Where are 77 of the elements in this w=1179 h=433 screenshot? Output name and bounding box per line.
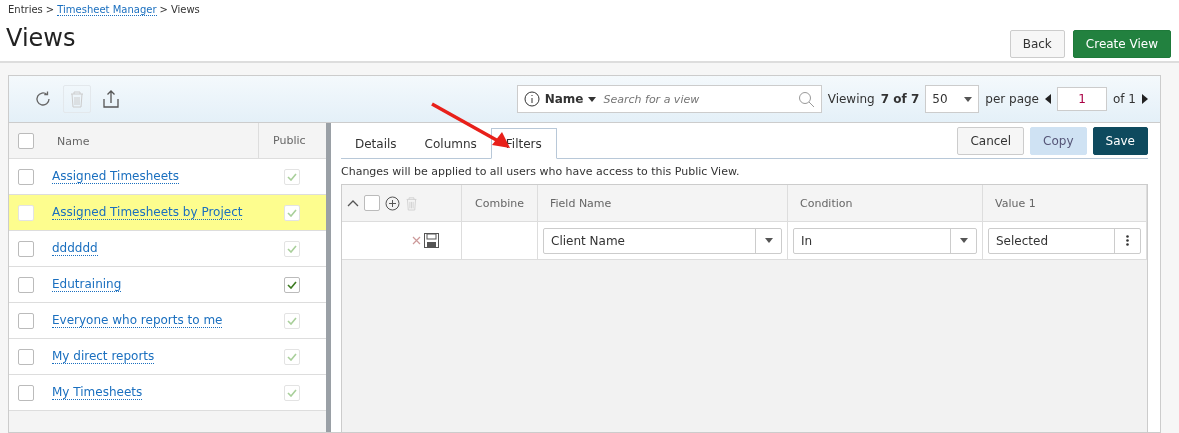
row-checkbox[interactable] — [18, 276, 34, 293]
row-checkbox[interactable] — [18, 240, 34, 257]
page-input[interactable]: 1 — [1057, 87, 1107, 111]
search-field[interactable]: Name Search for a view — [516, 85, 822, 113]
check-icon — [287, 388, 297, 397]
caret-icon — [588, 96, 597, 102]
column-header: Value 1 — [983, 185, 1147, 221]
copy-button[interactable]: Copy — [1030, 126, 1087, 155]
breadcrumb-separator: > — [45, 4, 55, 16]
next-icon[interactable] — [1142, 94, 1148, 104]
create-button[interactable]: Create View — [1072, 29, 1171, 58]
tab[interactable]: Filters — [490, 128, 557, 159]
notice-text: Changes will be applied to all users who have access to this Public View. — [341, 164, 741, 180]
field-name-dropdown[interactable]: Client Name — [543, 227, 782, 254]
trash-icon[interactable] — [405, 195, 418, 211]
list-row[interactable]: My Timesheets — [9, 375, 326, 411]
save-icon[interactable] — [424, 233, 439, 248]
column-header: Combine — [462, 185, 538, 221]
view-name-link[interactable]: Everyone who reports to me — [52, 313, 223, 328]
list-row[interactable]: My direct reports — [9, 339, 326, 375]
breadcrumb-text: Entries — [8, 4, 43, 16]
row-checkbox[interactable] — [18, 384, 34, 401]
breadcrumb-link[interactable]: Timesheet Manager — [57, 4, 157, 16]
viewing-count: 7 of 7 — [880, 92, 920, 106]
breadcrumb-separator: > — [159, 4, 168, 16]
value-field[interactable]: Selected — [988, 227, 1141, 254]
list-row[interactable]: dddddd — [9, 231, 326, 267]
list-row[interactable]: Edutraining — [9, 267, 326, 303]
caret-icon — [959, 238, 968, 243]
tab[interactable]: Details — [341, 130, 411, 158]
caret-icon — [964, 96, 973, 102]
column-header: Field Name — [538, 185, 788, 221]
tab[interactable]: Columns — [410, 130, 491, 158]
caret-icon — [764, 238, 773, 243]
check-icon — [287, 352, 297, 361]
list-row[interactable]: Assigned Timesheets — [9, 159, 326, 195]
column-header: Name — [56, 134, 91, 148]
check-icon — [287, 280, 297, 289]
check-icon — [287, 316, 297, 325]
search-field-selector[interactable]: Name — [544, 92, 584, 106]
previous-icon[interactable] — [1045, 94, 1051, 104]
row-checkbox[interactable] — [18, 312, 34, 329]
highlighted-row[interactable]: Assigned Timesheets by Project — [9, 195, 326, 231]
back-button[interactable]: Back — [1009, 29, 1065, 58]
condition-dropdown[interactable]: In — [793, 227, 977, 254]
viewing-label: Viewing — [827, 92, 875, 106]
breadcrumb-text: Views — [170, 4, 200, 16]
view-name-link[interactable]: My Timesheets — [52, 385, 143, 400]
check-icon — [287, 172, 297, 181]
check-icon — [287, 208, 297, 217]
per-page-label: per page — [985, 92, 1039, 106]
column-header: Condition — [788, 185, 983, 221]
list-row[interactable]: Everyone who reports to me — [9, 303, 326, 339]
view-name-link[interactable]: Edutraining — [52, 277, 122, 292]
row-checkbox[interactable] — [18, 168, 34, 185]
save-button[interactable]: Save — [1092, 126, 1148, 155]
view-name-link[interactable]: Assigned Timesheets — [52, 169, 180, 184]
select-all-checkbox[interactable] — [364, 195, 380, 211]
collapse-icon[interactable] — [347, 199, 359, 207]
close-icon[interactable] — [412, 236, 421, 245]
public-checkbox[interactable] — [284, 276, 300, 293]
per-page-select[interactable]: 50 — [925, 85, 980, 113]
trash-icon[interactable] — [63, 85, 91, 113]
view-name-link[interactable]: dddddd — [52, 241, 98, 256]
row-checkbox[interactable] — [18, 204, 34, 221]
page-title: Views — [6, 24, 77, 52]
select-all-checkbox[interactable] — [18, 133, 34, 149]
view-name-link[interactable]: My direct reports — [52, 349, 155, 364]
cancel-button[interactable]: Cancel — [957, 126, 1025, 155]
info-icon — [523, 91, 540, 107]
search-icon[interactable] — [797, 90, 815, 108]
row-checkbox[interactable] — [18, 348, 34, 365]
view-name-link[interactable]: Assigned Timesheets by Project — [52, 205, 243, 220]
check-icon — [287, 244, 297, 253]
add-icon[interactable] — [385, 195, 400, 211]
page-count: of 1 — [1113, 92, 1136, 106]
more-icon[interactable] — [1126, 235, 1129, 246]
